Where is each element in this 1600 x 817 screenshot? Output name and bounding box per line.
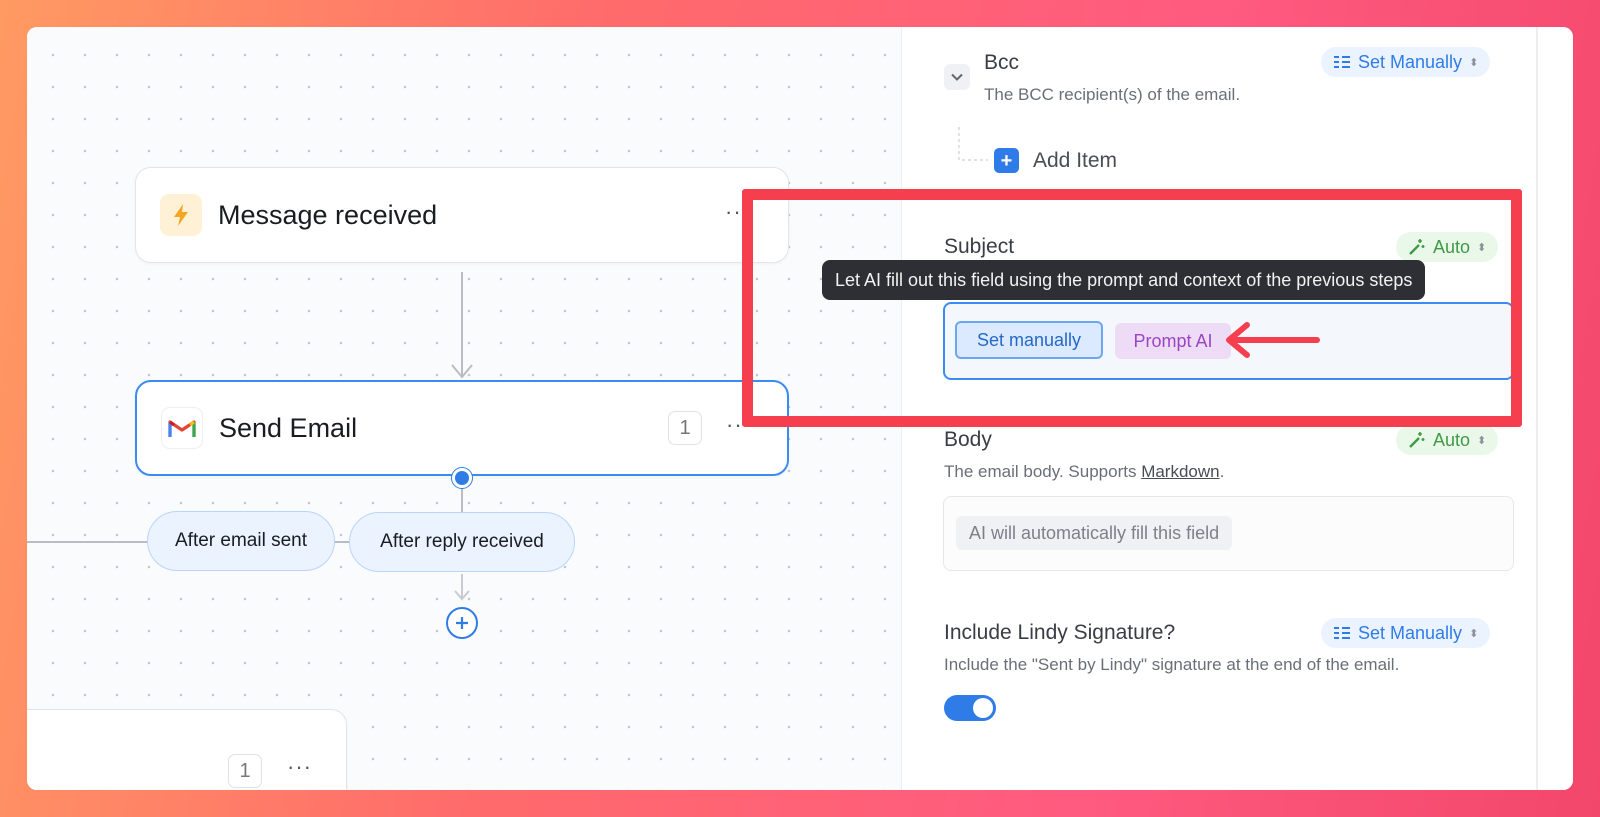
magic-wand-icon xyxy=(1409,432,1425,448)
markdown-link[interactable]: Markdown xyxy=(1141,462,1219,481)
auto-mode-tooltip: Let AI fill out this field using the pro… xyxy=(822,260,1426,300)
subject-mode-label: Auto xyxy=(1433,236,1471,257)
trigger-node[interactable]: Message received ··· xyxy=(135,167,789,263)
signature-toggle[interactable] xyxy=(944,695,996,721)
body-placeholder: AI will automatically fill this field xyxy=(956,516,1233,550)
prompt-ai-option[interactable]: Prompt AI xyxy=(1115,323,1231,359)
add-item-label: Add Item xyxy=(1033,148,1118,172)
bcc-mode-select[interactable]: Set Manually ⬍ xyxy=(1321,47,1491,77)
subject-label: Subject xyxy=(944,235,1015,258)
set-manually-option[interactable]: Set manually xyxy=(955,321,1103,359)
branch-after-reply-received[interactable]: After reply received xyxy=(349,512,575,572)
more-options-icon[interactable]: ··· xyxy=(725,199,750,225)
workflow-canvas[interactable]: Message received ··· Send Email 1 ··· Af… xyxy=(27,27,901,790)
red-arrow-icon xyxy=(1226,322,1320,358)
panel-scrollbar[interactable] xyxy=(1536,27,1538,790)
send-email-node[interactable]: Send Email 1 ··· xyxy=(135,380,789,476)
body-field[interactable]: AI will automatically fill this field xyxy=(943,496,1514,571)
list-icon xyxy=(1334,627,1350,639)
plus-icon: + xyxy=(994,148,1019,173)
add-item-button[interactable]: + Add Item xyxy=(994,148,1117,173)
step-count-badge: 1 xyxy=(668,411,702,445)
signature-description: Include the "Sent by Lindy" signature at… xyxy=(944,655,1400,674)
chevron-updown-icon: ⬍ xyxy=(1477,241,1487,254)
bcc-label: Bcc xyxy=(984,51,1020,74)
step-count-badge: 1 xyxy=(228,754,262,788)
gmail-icon xyxy=(161,407,203,449)
collapse-chevron-icon[interactable] xyxy=(944,64,970,90)
branch-after-email-sent[interactable]: After email sent xyxy=(147,511,335,571)
body-mode-select[interactable]: Auto ⬍ xyxy=(1396,425,1499,455)
subject-mode-select[interactable]: Auto ⬍ xyxy=(1396,232,1499,262)
signature-mode-label: Set Manually xyxy=(1358,622,1463,643)
chevron-updown-icon: ⬍ xyxy=(1469,56,1479,69)
more-options-icon[interactable]: ··· xyxy=(726,412,751,438)
more-options-icon[interactable]: ··· xyxy=(287,754,312,780)
body-description-suffix: . xyxy=(1219,462,1225,481)
chevron-updown-icon: ⬍ xyxy=(1477,434,1487,447)
bolt-icon xyxy=(160,194,202,236)
body-description-text: The email body. Supports xyxy=(944,462,1142,481)
bcc-description: The BCC recipient(s) of the email. xyxy=(984,85,1241,104)
chevron-updown-icon: ⬍ xyxy=(1469,627,1479,640)
body-mode-label: Auto xyxy=(1433,429,1471,450)
app-window: Message received ··· Send Email 1 ··· Af… xyxy=(27,27,1573,790)
bottom-node[interactable]: 1 ··· xyxy=(27,709,347,790)
send-email-node-title: Send Email xyxy=(219,412,358,443)
magic-wand-icon xyxy=(1409,239,1425,255)
settings-panel: Bcc The BCC recipient(s) of the email. S… xyxy=(822,27,1573,790)
bcc-mode-label: Set Manually xyxy=(1358,51,1463,72)
body-label: Body xyxy=(944,428,992,451)
trigger-node-title: Message received xyxy=(218,199,438,230)
toggle-knob xyxy=(973,698,993,718)
add-step-icon[interactable] xyxy=(446,607,478,639)
signature-label: Include Lindy Signature? xyxy=(944,621,1176,644)
output-handle[interactable] xyxy=(452,468,472,488)
tree-connector xyxy=(958,127,988,161)
body-description: The email body. Supports Markdown. xyxy=(944,462,1224,482)
list-icon xyxy=(1334,56,1350,68)
signature-mode-select[interactable]: Set Manually ⬍ xyxy=(1321,618,1491,648)
